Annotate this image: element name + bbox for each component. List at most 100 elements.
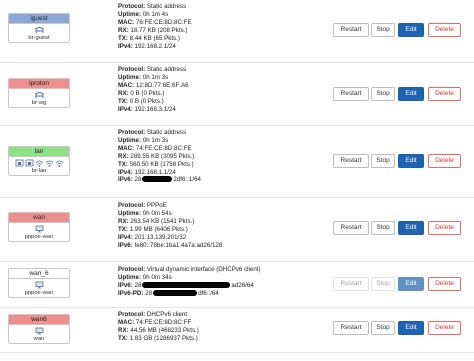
interface-name: iproton (9, 79, 69, 89)
mac-label: MAC: (118, 81, 135, 89)
restart-button[interactable]: Restart (333, 277, 369, 291)
protocol-label: Protocol: (118, 266, 146, 273)
stop-button[interactable]: Stop (371, 321, 395, 335)
edit-button[interactable]: Edit (398, 277, 424, 291)
restart-button[interactable]: Restart (333, 221, 369, 235)
network-device-icon (35, 327, 44, 335)
mac-value: 12:8D:77:6E:6F:A6 (135, 81, 189, 89)
restart-button[interactable]: Restart (333, 87, 369, 101)
edit-button[interactable]: Edit (398, 154, 424, 168)
ipv6-prefix: 28 (134, 176, 142, 184)
stop-button[interactable]: Stop (371, 154, 395, 168)
rx-label: RX: (118, 89, 129, 97)
ipv4-label: IPv4: (118, 42, 133, 50)
delete-button[interactable]: Delete (428, 321, 461, 335)
mac-value: 76:FE:CE:8D:8C:FE (135, 18, 192, 26)
interface-name: iguest (9, 14, 69, 24)
tx-label: TX: (118, 97, 128, 105)
uptime-label: Uptime: (118, 73, 142, 81)
edit-button[interactable]: Edit (398, 23, 424, 37)
protocol-value: PPPoE (146, 202, 167, 209)
protocol-label: Protocol: (118, 202, 146, 209)
interface-badge-iguest[interactable]: iguest br-guest (8, 13, 70, 43)
row-divider (0, 352, 474, 353)
bridge-icon (35, 91, 44, 99)
rx-value: 0 B (0 Pkts.) (130, 89, 165, 97)
interface-device: br-wg (31, 100, 47, 106)
mac-label: MAC: (118, 18, 135, 26)
tx-label: TX: (118, 334, 128, 342)
tx-label: TX: (118, 34, 128, 42)
mac-value: 74:FE:CE:8D:8C:FF (135, 318, 192, 326)
delete-button[interactable]: Delete (428, 277, 461, 291)
interface-device: pppoe-wan (24, 234, 54, 240)
restart-button[interactable]: Restart (333, 321, 369, 335)
interface-device: wan (33, 336, 45, 342)
tx-value: 560.50 KB (1758 Pkts.) (129, 160, 194, 168)
uptime-value: 0h 1m 3s (142, 73, 169, 81)
stop-button[interactable]: Stop (371, 221, 395, 235)
row-divider (0, 125, 474, 126)
protocol-label: Protocol: (118, 129, 146, 136)
tx-label: TX: (118, 160, 128, 168)
protocol-value: DHCPv6 client (146, 311, 188, 318)
edit-button[interactable]: Edit (398, 221, 424, 235)
uptime-value: 0h 1m 4s (142, 10, 169, 18)
delete-button[interactable]: Delete (428, 154, 461, 168)
interface-name: wan (9, 213, 69, 223)
ipv4-value: 192.168.2.1/24 (134, 42, 176, 50)
interface-badge-wan[interactable]: wan pppoe-wan (8, 212, 70, 242)
restart-button[interactable]: Restart (333, 23, 369, 37)
interface-status-wan6: Protocol: DHCPv6 client MAC: 74:FE:CE:8D… (118, 311, 199, 343)
delete-button[interactable]: Delete (428, 221, 461, 235)
rx-value: 44.56 MB (468233 Pkts.) (130, 326, 199, 334)
stop-button[interactable]: Stop (371, 87, 395, 101)
interface-badge-lan[interactable]: lan br-lan (8, 146, 70, 176)
delete-button[interactable]: Delete (428, 23, 461, 37)
edit-button[interactable]: Edit (398, 321, 424, 335)
uptime-value: 0h 0m 34s (142, 273, 172, 281)
tx-value: 1.99 MB (6406 Pkts.) (129, 225, 188, 233)
ipv4-value: 192.168.1.1/24 (134, 168, 176, 176)
interface-name: wan6 (9, 315, 69, 325)
redaction-mark (153, 289, 198, 296)
rx-value: 289.55 KB (3095 Pkts.) (130, 152, 195, 160)
ipv4-value: 201.13.139.201/32 (134, 233, 187, 241)
stop-button[interactable]: Stop (371, 277, 395, 291)
mac-label: MAC: (118, 144, 135, 152)
mac-label: MAC: (118, 318, 135, 326)
interface-status-lan: Protocol: Static address Uptime: 0h 1m 3… (118, 129, 201, 184)
interface-badge-wan6[interactable]: wan6 wan (8, 314, 70, 344)
ipv4-label: IPv4: (118, 168, 133, 176)
edit-button[interactable]: Edit (398, 87, 424, 101)
interface-name: wan_6 (9, 269, 69, 279)
uptime-label: Uptime: (118, 136, 142, 144)
tx-value: 1.83 GB (1286937 Pkts.) (129, 334, 198, 342)
network-device-icon (35, 281, 44, 289)
mac-value: 74:FE:CE:8D:8C:FE (135, 144, 192, 152)
row-divider (0, 62, 474, 63)
interface-device: pppoe-wan (24, 290, 54, 296)
uptime-value: 0h 0m 54s (142, 209, 172, 217)
ipv4-value: 192.168.3.1/24 (134, 105, 176, 113)
row-divider (0, 307, 474, 308)
restart-button[interactable]: Restart (333, 154, 369, 168)
interface-badge-wan_6[interactable]: wan_6 pppoe-wan (8, 268, 70, 298)
uptime-value: 0h 1m 3s (142, 136, 169, 144)
delete-button[interactable]: Delete (428, 87, 461, 101)
protocol-label: Protocol: (118, 3, 146, 10)
rx-value: 263.54 KB (1541 Pkts.) (130, 217, 195, 225)
interface-status-iproton: Protocol: Static address Uptime: 0h 1m 3… (118, 66, 189, 113)
wifi-icon (45, 159, 54, 167)
ipv6-label: IPv6: (118, 241, 133, 249)
stop-button[interactable]: Stop (371, 23, 395, 37)
ipv4-label: IPv4: (118, 105, 133, 113)
ipv6-suffix: ad26/64 (231, 281, 254, 289)
row-divider (0, 261, 474, 262)
protocol-value: Static address (146, 3, 187, 10)
ipv6pd-prefix: 28 (145, 289, 153, 297)
interface-badge-iproton[interactable]: iproton br-wg (8, 78, 70, 108)
ipv6-label: IPv6: (118, 281, 133, 289)
ethernet-port-icon (15, 159, 24, 167)
interface-status-wan_6: Protocol: Virtual dynamic interface (DHC… (118, 266, 261, 298)
